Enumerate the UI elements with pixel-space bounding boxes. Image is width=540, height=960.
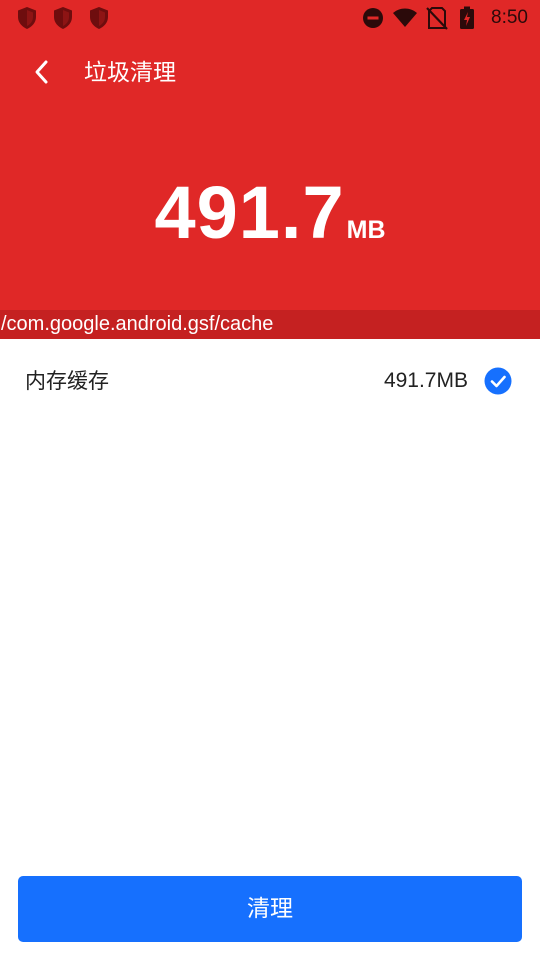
scan-path: /com.google.android.gsf/cache bbox=[0, 310, 540, 339]
shield-icon bbox=[52, 6, 74, 30]
item-label: 内存缓存 bbox=[25, 369, 109, 393]
clean-button[interactable]: 清理 bbox=[18, 876, 522, 942]
shield-icon bbox=[16, 6, 38, 30]
junk-size-unit: MB bbox=[346, 216, 386, 244]
do-not-disturb-icon bbox=[361, 6, 385, 30]
status-time: 8:50 bbox=[491, 7, 528, 28]
junk-size-value: 491.7 bbox=[154, 171, 345, 254]
check-circle-icon[interactable] bbox=[484, 367, 512, 395]
header-panel: 8:50 垃圾清理 491.7MB bbox=[0, 0, 540, 310]
item-size: 491.7MB bbox=[383, 369, 468, 392]
back-button[interactable] bbox=[22, 52, 62, 92]
battery-charging-icon bbox=[458, 6, 476, 30]
back-arrow-icon bbox=[35, 60, 48, 84]
shield-icon bbox=[88, 6, 110, 30]
page-title: 垃圾清理 bbox=[84, 60, 176, 86]
list-item[interactable]: 内存缓存 491.7MB bbox=[0, 352, 540, 410]
no-sim-icon bbox=[426, 6, 448, 30]
status-bar: 8:50 bbox=[0, 0, 540, 36]
toolbar: 垃圾清理 bbox=[0, 44, 540, 102]
wifi-icon bbox=[392, 6, 418, 30]
junk-size-display: 491.7MB bbox=[0, 170, 540, 255]
